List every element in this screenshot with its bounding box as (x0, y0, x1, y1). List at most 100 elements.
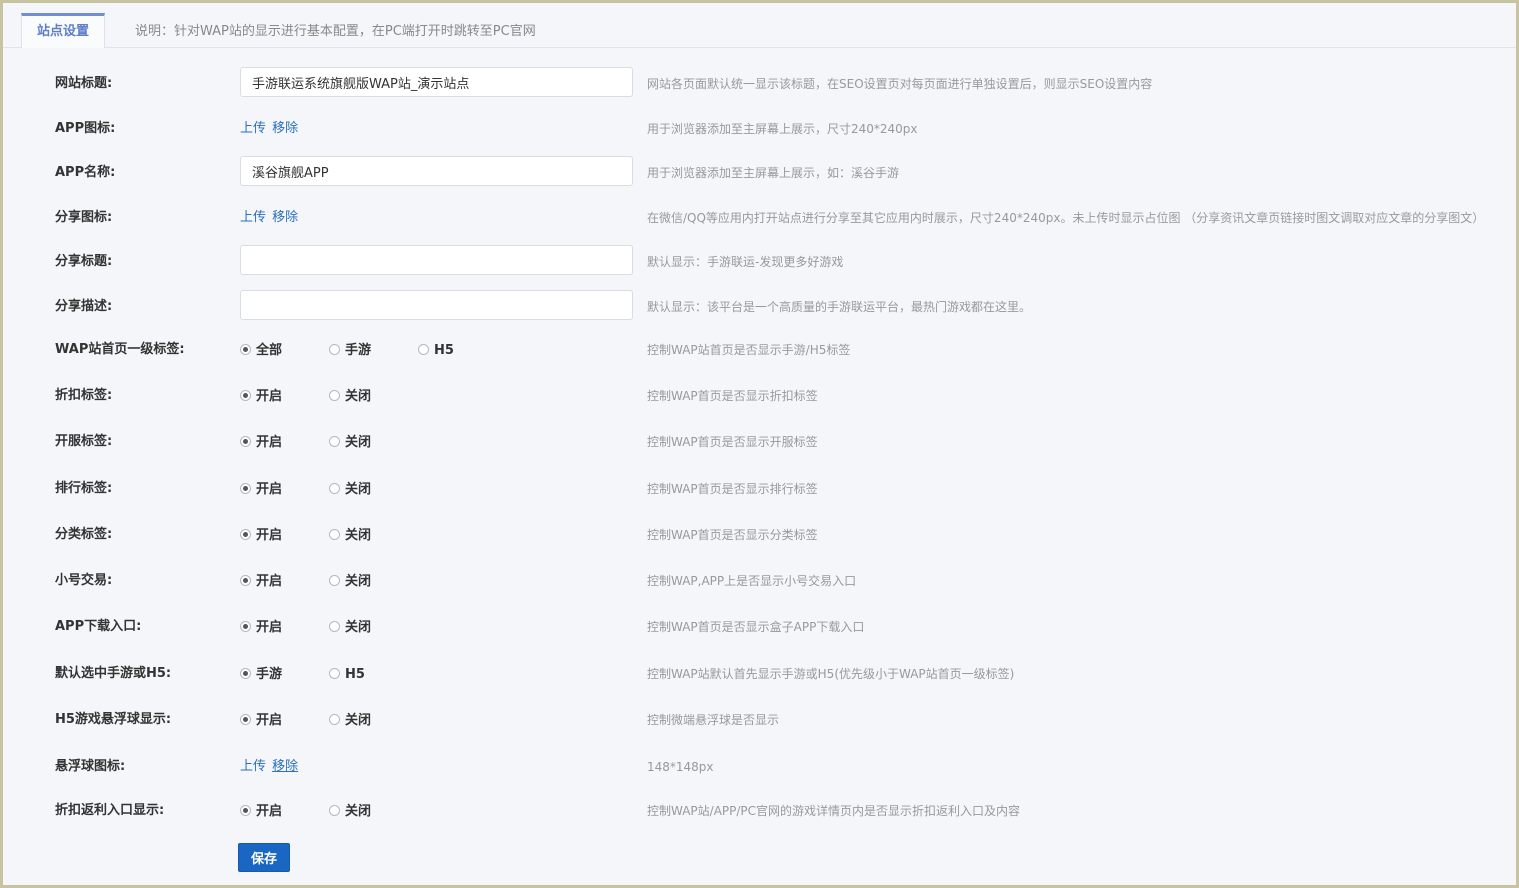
row-share-icon: 分享图标: 上传 移除 在微信/QQ等应用内打开站点进行分享至其它应用内时展示，… (55, 201, 1516, 233)
radio-checked-icon (240, 390, 251, 401)
share-desc-label: 分享描述: (55, 299, 113, 314)
radio-label: 手游 (256, 667, 283, 682)
row-share-title: 分享标题: 默认显示：手游联运-发现更多好游戏 (55, 245, 1516, 277)
server-tab-radio-on[interactable]: 开启 (240, 428, 329, 458)
default-select-hint: 控制WAP站默认首先显示手游或H5(优先级小于WAP站首页一级标签) (647, 667, 1015, 681)
radio-checked-icon (240, 344, 251, 355)
app-name-label: APP名称: (55, 165, 116, 180)
row-default-select: 默认选中手游或H5: 手游 H5 控制WAP站默认首先显示手游或H5(优先级小于W… (55, 660, 1516, 692)
float-ball-icon-label: 悬浮球图标: (55, 759, 126, 774)
row-rebate-entry: 折扣返利入口显示: 开启 关闭 控制WAP站/APP/PC官网的游戏详情页内是否显… (55, 797, 1516, 829)
app-icon-upload-link[interactable]: 上传 (240, 121, 266, 136)
app-icon-remove-link[interactable]: 移除 (272, 121, 298, 136)
radio-label: 关闭 (345, 389, 372, 404)
rebate-entry-radio-off[interactable]: 关闭 (329, 797, 418, 827)
wap-top-tab-radio-h5[interactable]: H5 (418, 336, 507, 366)
radio-label: 关闭 (345, 620, 372, 635)
row-site-title: 网站标题: 网站各页面默认统一显示该标题，在SEO设置页对每页面进行单独设置后，… (55, 67, 1516, 99)
radio-label: 开启 (256, 435, 283, 450)
row-app-name: APP名称: 用于浏览器添加至主屏幕上展示，如：溪谷手游 (55, 156, 1516, 188)
row-category-tab: 分类标签: 开启 关闭 控制WAP首页是否显示分类标签 (55, 521, 1516, 553)
radio-checked-icon (240, 621, 251, 632)
share-desc-input[interactable] (240, 290, 633, 320)
wap-top-tab-radio-mobile[interactable]: 手游 (329, 336, 418, 366)
row-account-trade: 小号交易: 开启 关闭 控制WAP,APP上是否显示小号交易入口 (55, 567, 1516, 599)
radio-label: H5 (434, 343, 454, 358)
radio-label: 开启 (256, 574, 283, 589)
app-icon-label: APP图标: (55, 121, 116, 136)
radio-label: 开启 (256, 482, 283, 497)
wap-top-tab-radio-all[interactable]: 全部 (240, 336, 329, 366)
category-tab-hint: 控制WAP首页是否显示分类标签 (647, 528, 818, 542)
share-icon-upload-link[interactable]: 上传 (240, 210, 266, 225)
wap-top-tab-label: WAP站首页一级标签: (55, 342, 185, 357)
app-name-hint: 用于浏览器添加至主屏幕上展示，如：溪谷手游 (647, 166, 900, 180)
share-icon-hint: 在微信/QQ等应用内打开站点进行分享至其它应用内时展示，尺寸240*240px。… (647, 211, 1485, 225)
radio-unchecked-icon (329, 390, 340, 401)
h5-float-ball-hint: 控制微端悬浮球是否显示 (647, 713, 780, 727)
rank-tab-radio-on[interactable]: 开启 (240, 475, 329, 505)
category-tab-radio-off[interactable]: 关闭 (329, 521, 418, 551)
row-share-desc: 分享描述: 默认显示：该平台是一个高质量的手游联运平台，最热门游戏都在这里。 (55, 290, 1516, 322)
float-ball-icon-upload-link[interactable]: 上传 (240, 759, 266, 774)
radio-unchecked-icon (329, 344, 340, 355)
app-download-label: APP下载入口: (55, 619, 142, 634)
rebate-entry-hint: 控制WAP站/APP/PC官网的游戏详情页内是否显示折扣返利入口及内容 (647, 804, 1021, 818)
discount-tab-radio-off[interactable]: 关闭 (329, 382, 418, 412)
rebate-entry-radio-on[interactable]: 开启 (240, 797, 329, 827)
account-trade-label: 小号交易: (55, 573, 113, 588)
account-trade-radio-off[interactable]: 关闭 (329, 567, 418, 597)
share-title-label: 分享标题: (55, 254, 113, 269)
share-title-input[interactable] (240, 245, 633, 275)
app-download-hint: 控制WAP首页是否显示盒子APP下载入口 (647, 620, 865, 634)
discount-tab-radio-on[interactable]: 开启 (240, 382, 329, 412)
radio-label: 开启 (256, 528, 283, 543)
share-icon-label: 分享图标: (55, 210, 113, 225)
row-app-download: APP下载入口: 开启 关闭 控制WAP首页是否显示盒子APP下载入口 (55, 613, 1516, 645)
radio-label: 开启 (256, 804, 283, 819)
row-rank-tab: 排行标签: 开启 关闭 控制WAP首页是否显示排行标签 (55, 475, 1516, 507)
radio-checked-icon (240, 714, 251, 725)
tab-site-settings[interactable]: 站点设置 (21, 13, 105, 48)
radio-label: 开启 (256, 713, 283, 728)
row-server-tab: 开服标签: 开启 关闭 控制WAP首页是否显示开服标签 (55, 428, 1516, 460)
share-desc-hint: 默认显示：该平台是一个高质量的手游联运平台，最热门游戏都在这里。 (647, 300, 1032, 314)
account-trade-radio-on[interactable]: 开启 (240, 567, 329, 597)
row-discount-tab: 折扣标签: 开启 关闭 控制WAP首页是否显示折扣标签 (55, 382, 1516, 414)
radio-unchecked-icon (329, 529, 340, 540)
default-select-label: 默认选中手游或H5: (55, 666, 172, 681)
h5-float-ball-radio-on[interactable]: 开启 (240, 706, 329, 736)
save-button[interactable]: 保存 (238, 843, 290, 872)
wap-top-tab-hint: 控制WAP站首页是否显示手游/H5标签 (647, 343, 851, 357)
share-icon-remove-link[interactable]: 移除 (272, 210, 298, 225)
row-wap-top-tab: WAP站首页一级标签: 全部 手游 H5 控制WAP站首页是否显示手游/H5标签 (55, 336, 1516, 368)
app-icon-hint: 用于浏览器添加至主屏幕上展示，尺寸240*240px (647, 122, 918, 136)
float-ball-icon-remove-link[interactable]: 移除 (272, 759, 298, 774)
radio-label: 全部 (256, 343, 283, 358)
category-tab-radio-on[interactable]: 开启 (240, 521, 329, 551)
radio-unchecked-icon (329, 575, 340, 586)
app-download-radio-off[interactable]: 关闭 (329, 613, 418, 643)
server-tab-radio-off[interactable]: 关闭 (329, 428, 418, 458)
server-tab-hint: 控制WAP首页是否显示开服标签 (647, 435, 818, 449)
rank-tab-radio-off[interactable]: 关闭 (329, 475, 418, 505)
radio-checked-icon (240, 436, 251, 447)
app-download-radio-on[interactable]: 开启 (240, 613, 329, 643)
h5-float-ball-radio-off[interactable]: 关闭 (329, 706, 418, 736)
default-select-radio-mobile[interactable]: 手游 (240, 660, 329, 690)
radio-label: 关闭 (345, 574, 372, 589)
default-select-radio-h5[interactable]: H5 (329, 660, 418, 690)
radio-unchecked-icon (418, 344, 429, 355)
site-title-input[interactable] (240, 67, 633, 97)
float-ball-icon-hint: 148*148px (647, 760, 714, 774)
app-name-input[interactable] (240, 156, 633, 186)
site-title-label: 网站标题: (55, 76, 113, 91)
radio-unchecked-icon (329, 621, 340, 632)
rank-tab-label: 排行标签: (55, 481, 113, 496)
rank-tab-hint: 控制WAP首页是否显示排行标签 (647, 482, 818, 496)
category-tab-label: 分类标签: (55, 527, 113, 542)
account-trade-hint: 控制WAP,APP上是否显示小号交易入口 (647, 574, 857, 588)
radio-unchecked-icon (329, 436, 340, 447)
radio-unchecked-icon (329, 714, 340, 725)
radio-label: 关闭 (345, 482, 372, 497)
